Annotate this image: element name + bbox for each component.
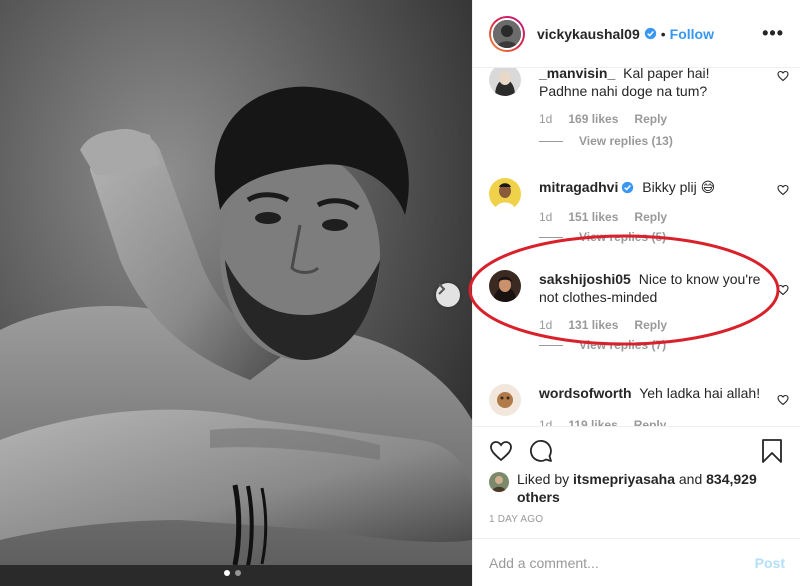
post-comment-button[interactable]: Post bbox=[755, 555, 785, 571]
liked-by-and: and bbox=[678, 471, 703, 487]
author-username[interactable]: vickykaushal09 bbox=[537, 26, 640, 42]
author-avatar[interactable] bbox=[489, 15, 525, 52]
comment-meta: 1d 169 likes Reply bbox=[539, 112, 789, 126]
comment-avatar-image bbox=[489, 270, 521, 302]
comment-avatar[interactable] bbox=[489, 178, 521, 210]
comment-like-heart-icon[interactable] bbox=[777, 70, 789, 82]
comment-item: mitragadhvi Bikky plij 😅 1d 151 likes Re… bbox=[489, 178, 789, 244]
comments-list[interactable]: _manvisin_ Kal paper hai! Padhne nahi do… bbox=[473, 68, 800, 426]
comment-username[interactable]: mitragadhvi bbox=[539, 179, 618, 195]
comment-meta: 1d 151 likes Reply bbox=[539, 210, 789, 224]
comment-item: sakshijoshi05 Nice to know you're not cl… bbox=[489, 270, 789, 352]
comment-meta: 1d 131 likes Reply bbox=[539, 318, 789, 332]
liker-avatar[interactable] bbox=[489, 472, 509, 492]
comment-likes[interactable]: 151 likes bbox=[568, 210, 618, 224]
more-options-button[interactable]: ••• bbox=[762, 23, 784, 44]
comment-username[interactable]: wordsofworth bbox=[539, 385, 632, 401]
reply-button[interactable]: Reply bbox=[634, 318, 667, 332]
comment-item: wordsofworth Yeh ladka hai allah! 1d 119… bbox=[489, 384, 789, 426]
like-heart-icon[interactable] bbox=[489, 439, 513, 463]
reply-button[interactable]: Reply bbox=[634, 112, 667, 126]
reply-button[interactable]: Reply bbox=[634, 418, 667, 426]
comment-age[interactable]: 1d bbox=[539, 318, 552, 332]
carousel-dot-active bbox=[224, 570, 230, 576]
comment-avatar[interactable] bbox=[489, 384, 521, 416]
comment-text: Bikky plij 😅 bbox=[642, 179, 716, 195]
comment-bubble-icon[interactable] bbox=[529, 439, 553, 463]
comment-body: mitragadhvi Bikky plij 😅 bbox=[539, 178, 761, 196]
post-actions-bar bbox=[473, 426, 800, 466]
post-photo[interactable] bbox=[0, 0, 472, 586]
author-avatar-image bbox=[493, 19, 521, 48]
header-separator: • bbox=[660, 25, 666, 42]
verified-badge-icon bbox=[622, 181, 634, 194]
comment-avatar[interactable] bbox=[489, 68, 521, 96]
comment-avatar-image bbox=[489, 384, 521, 416]
carousel-next-button[interactable] bbox=[436, 283, 460, 307]
comment-item: _manvisin_ Kal paper hai! Padhne nahi do… bbox=[489, 68, 789, 148]
view-replies-button[interactable]: View replies (7) bbox=[539, 338, 789, 352]
post-side-panel: vickykaushal09 • Follow ••• _manvisin_ K… bbox=[472, 0, 800, 586]
comment-age[interactable]: 1d bbox=[539, 112, 552, 126]
verified-badge-icon bbox=[644, 27, 656, 40]
follow-button[interactable]: Follow bbox=[670, 26, 714, 42]
comment-likes[interactable]: 119 likes bbox=[568, 418, 617, 426]
comment-text: Yeh ladka hai allah! bbox=[639, 385, 761, 401]
liked-by-user[interactable]: itsmepriyasaha bbox=[573, 471, 675, 487]
comment-username[interactable]: sakshijoshi05 bbox=[539, 271, 631, 287]
comment-like-heart-icon[interactable] bbox=[777, 184, 789, 196]
photo-illustration bbox=[0, 0, 472, 586]
post-header: vickykaushal09 • Follow ••• bbox=[473, 0, 800, 68]
comment-body: _manvisin_ Kal paper hai! Padhne nahi do… bbox=[539, 68, 761, 100]
comment-body: wordsofworth Yeh ladka hai allah! bbox=[539, 384, 761, 402]
add-comment-bar: Post bbox=[473, 538, 800, 586]
carousel-dot bbox=[235, 570, 241, 576]
comment-username[interactable]: _manvisin_ bbox=[539, 68, 615, 81]
liked-by-prefix: Liked by bbox=[517, 471, 570, 487]
chevron-right-icon bbox=[438, 283, 446, 295]
comment-likes[interactable]: 169 likes bbox=[568, 112, 618, 126]
add-comment-input[interactable] bbox=[489, 554, 755, 571]
comment-like-heart-icon[interactable] bbox=[777, 394, 789, 406]
comment-meta: 1d 119 likes Reply bbox=[539, 418, 789, 426]
reply-button[interactable]: Reply bbox=[634, 210, 667, 224]
comment-age[interactable]: 1d bbox=[539, 210, 552, 224]
comment-avatar-image bbox=[489, 178, 521, 210]
comment-avatar[interactable] bbox=[489, 270, 521, 302]
view-replies-button[interactable]: View replies (13) bbox=[539, 134, 789, 148]
comment-body: sakshijoshi05 Nice to know you're not cl… bbox=[539, 270, 761, 306]
view-replies-button[interactable]: View replies (5) bbox=[539, 230, 789, 244]
liker-avatar-image bbox=[489, 472, 509, 492]
comment-like-heart-icon[interactable] bbox=[777, 284, 789, 296]
post-timestamp[interactable]: 1 DAY AGO bbox=[489, 514, 543, 525]
comment-likes[interactable]: 131 likes bbox=[568, 318, 618, 332]
comment-avatar-image bbox=[489, 68, 521, 96]
carousel-indicator bbox=[224, 570, 241, 576]
save-bookmark-icon[interactable] bbox=[761, 439, 783, 463]
comment-age[interactable]: 1d bbox=[539, 418, 552, 426]
liked-by-summary: Liked by itsmepriyasaha and 834,929 othe… bbox=[489, 470, 785, 506]
